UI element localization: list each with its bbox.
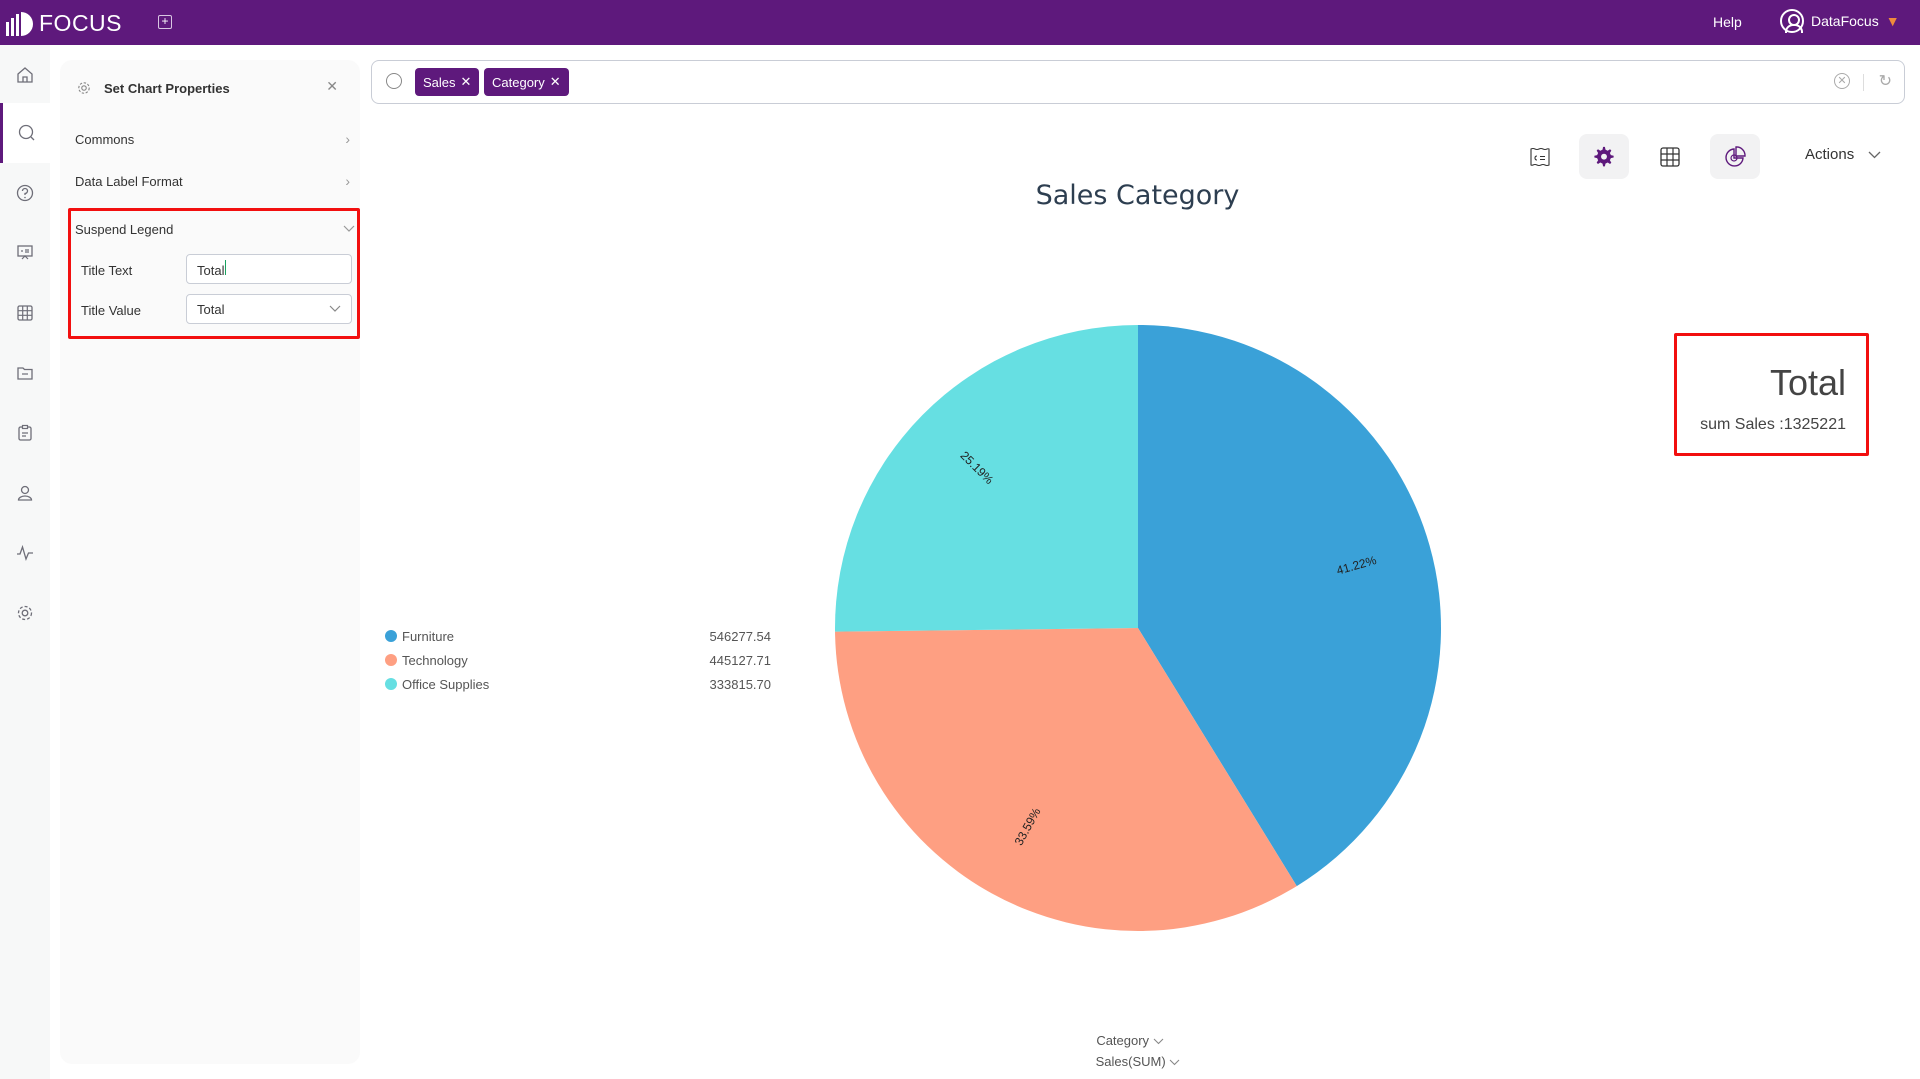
- title-text-value: Total: [197, 263, 225, 278]
- logo[interactable]: FOCUS: [6, 10, 122, 37]
- legend-label: Office Supplies: [402, 676, 490, 692]
- gem-icon: ▼: [1885, 13, 1900, 29]
- user-menu[interactable]: DataFocus ▼: [1780, 9, 1900, 33]
- chevron-down-icon: [1153, 1038, 1164, 1045]
- chart-settings-button[interactable]: [1579, 134, 1629, 179]
- legend-value: 445127.71: [709, 652, 771, 668]
- chevron-down-icon: [329, 305, 341, 312]
- title-text-input[interactable]: Total: [186, 254, 352, 284]
- chart-legend: Furniture 546277.54 Technology 445127.71…: [385, 624, 775, 696]
- search-token-sales[interactable]: Sales ✕: [415, 68, 480, 96]
- formula-icon: [1530, 147, 1550, 166]
- pie-chart-icon: [1725, 145, 1746, 167]
- token-label: Sales: [423, 74, 456, 90]
- legend-value: 333815.70: [709, 676, 771, 692]
- title-text-label: Title Text: [81, 263, 133, 278]
- home-icon: [17, 67, 33, 83]
- table-icon: [1660, 146, 1680, 167]
- chevron-down-icon: [343, 225, 355, 232]
- nav-table[interactable]: [0, 283, 50, 343]
- title-value-select[interactable]: Total: [186, 294, 352, 324]
- search-bar[interactable]: Sales ✕ Category ✕ ✕ ↻: [371, 60, 1905, 104]
- suspend-legend-title: Total: [1769, 362, 1846, 403]
- actions-menu[interactable]: Actions: [1805, 146, 1881, 163]
- section-suspend-legend-label: Suspend Legend: [75, 221, 174, 237]
- search-icon: [386, 73, 402, 89]
- user-icon: [17, 485, 33, 501]
- gear-icon: [1594, 146, 1614, 166]
- divider: [1863, 74, 1864, 91]
- remove-token-icon[interactable]: ✕: [461, 74, 472, 90]
- folder-icon: [17, 367, 33, 380]
- token-label: Category: [492, 74, 545, 90]
- chevron-right-icon: ›: [345, 131, 350, 147]
- category-axis-selector[interactable]: Category: [1030, 1033, 1230, 1048]
- top-bar: FOCUS + Help DataFocus ▼: [0, 0, 1920, 45]
- user-avatar-icon: [1780, 9, 1804, 33]
- user-name: DataFocus: [1811, 13, 1879, 29]
- table-icon: [17, 305, 33, 321]
- nav-user[interactable]: [0, 463, 50, 523]
- legend-swatch: [385, 654, 397, 666]
- settings-icon: [78, 82, 90, 94]
- nav-monitor[interactable]: [0, 523, 50, 583]
- remove-token-icon[interactable]: ✕: [550, 74, 561, 90]
- legend-item[interactable]: Technology 445127.71: [385, 648, 775, 672]
- panel-title: Set Chart Properties: [104, 80, 230, 96]
- nav-clipboard[interactable]: [0, 403, 50, 463]
- section-commons-label: Commons: [75, 131, 135, 147]
- legend-swatch: [385, 630, 397, 642]
- suspend-legend-box: Total sum Sales :1325221: [1674, 333, 1869, 456]
- logo-icon: [6, 11, 33, 36]
- nav-presentation[interactable]: [0, 223, 50, 283]
- add-tab-button[interactable]: +: [158, 15, 172, 29]
- chart-title: Sales Category: [1035, 180, 1240, 211]
- close-icon[interactable]: ✕: [326, 78, 338, 95]
- title-value-selected: Total: [197, 301, 225, 317]
- pulse-icon: [17, 544, 33, 561]
- presentation-icon: [17, 245, 33, 260]
- legend-label: Furniture: [402, 628, 455, 644]
- suspend-legend-section: Suspend Legend Title Text Total Title Va…: [68, 208, 360, 339]
- chart-type-button[interactable]: [1710, 134, 1760, 179]
- legend-item[interactable]: Office Supplies 333815.70: [385, 672, 775, 696]
- formula-button[interactable]: [1515, 134, 1565, 179]
- section-commons[interactable]: Commons ›: [75, 127, 350, 151]
- actions-label: Actions: [1805, 146, 1855, 163]
- clipboard-icon: [18, 424, 32, 441]
- suspend-legend-value: sum Sales :1325221: [1700, 416, 1846, 433]
- text-cursor: [225, 260, 227, 275]
- value-axis-selector[interactable]: Sales(SUM): [1038, 1054, 1238, 1069]
- gear-icon: [17, 605, 33, 621]
- search-icon: [18, 124, 34, 141]
- legend-swatch: [385, 678, 397, 690]
- app-name: FOCUS: [39, 10, 122, 36]
- legend-value: 546277.54: [709, 628, 771, 644]
- section-suspend-legend[interactable]: Suspend Legend: [75, 217, 355, 241]
- legend-item[interactable]: Furniture 546277.54: [385, 624, 775, 648]
- help-link[interactable]: Help: [1713, 14, 1742, 30]
- chevron-down-icon: [1169, 1059, 1180, 1066]
- legend-label: Technology: [402, 652, 468, 668]
- nav-search[interactable]: [0, 103, 50, 163]
- nav-home[interactable]: [0, 45, 50, 105]
- title-value-label: Title Value: [81, 303, 141, 318]
- nav-folder[interactable]: [0, 343, 50, 403]
- search-token-category[interactable]: Category ✕: [484, 68, 569, 96]
- refresh-icon[interactable]: ↻: [1879, 71, 1892, 91]
- clear-search-icon[interactable]: ✕: [1834, 73, 1850, 89]
- chevron-down-icon: [1868, 151, 1881, 158]
- pie-slice-office-supplies[interactable]: [835, 325, 1138, 632]
- nav-settings[interactable]: [0, 583, 50, 643]
- table-view-button[interactable]: [1645, 134, 1695, 179]
- value-axis-label: Sales(SUM): [1095, 1054, 1166, 1069]
- category-axis-label: Category: [1096, 1033, 1150, 1048]
